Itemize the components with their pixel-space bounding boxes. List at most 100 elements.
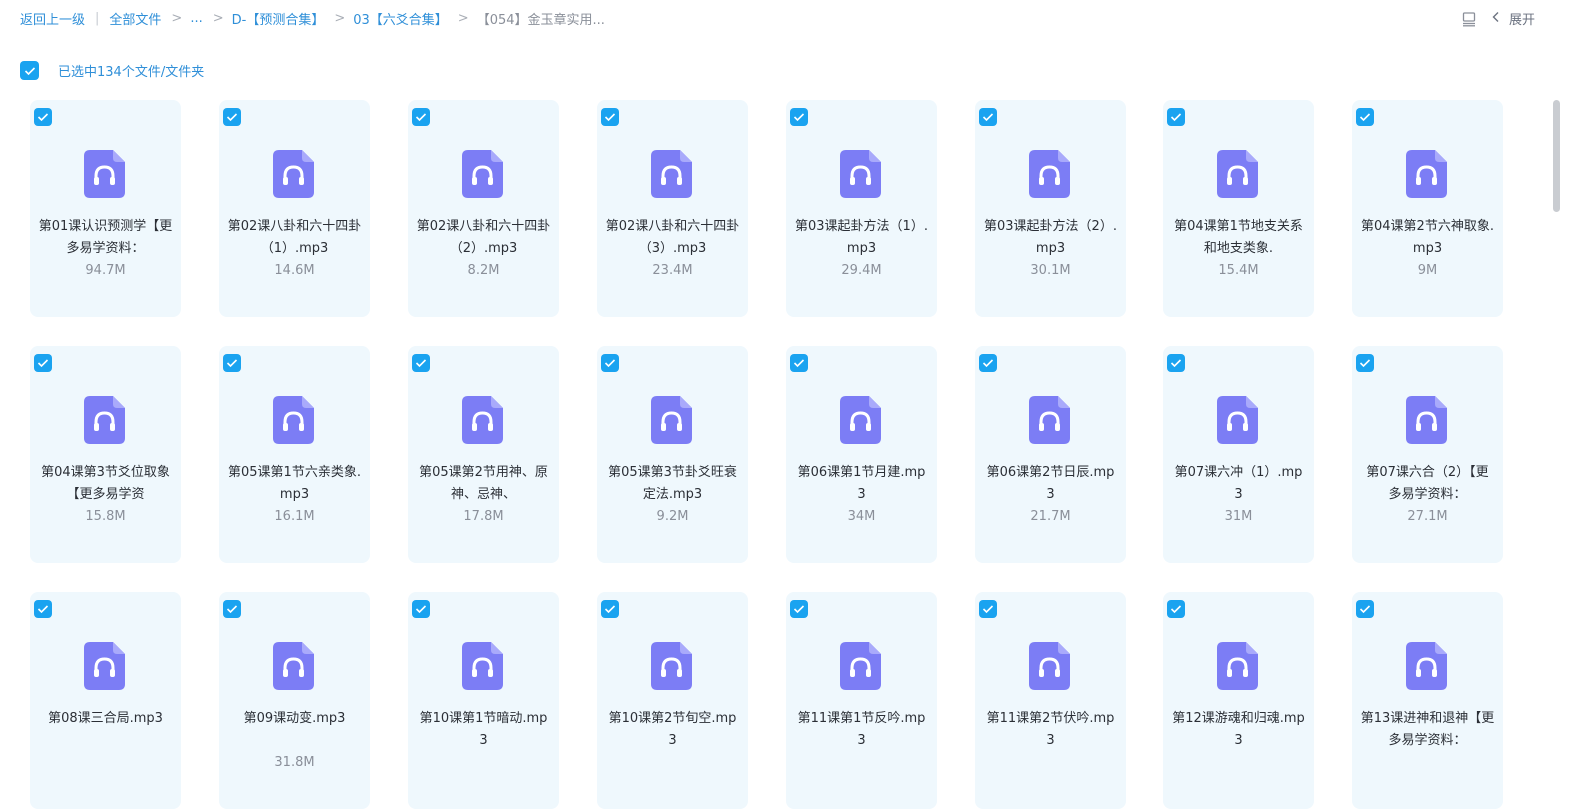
file-card[interactable]: 第07课六冲（1）.mp3 31M — [1163, 346, 1314, 563]
file-checkbox[interactable] — [979, 600, 997, 618]
file-name: 第03课起卦方法（2）.mp3 — [984, 219, 1117, 256]
file-card[interactable]: 第13课进神和退神【更多易学资料： — [1352, 592, 1503, 809]
file-size: 17.8M — [463, 509, 504, 524]
file-card[interactable]: 第04课第3节爻位取象【更多易学资 15.8M — [30, 346, 181, 563]
breadcrumb-prediction[interactable]: D-【预测合集】 — [232, 9, 325, 28]
file-card[interactable]: 第05课第1节六亲类象.mp3 16.1M — [219, 346, 370, 563]
file-card[interactable]: 第01课认识预测学【更多易学资料： 94.7M — [30, 100, 181, 317]
file-card[interactable]: 第11课第1节反吟.mp3 — [786, 592, 937, 809]
select-all-checkbox[interactable] — [20, 61, 39, 80]
file-card[interactable]: 第06课第1节月建.mp3 34M — [786, 346, 937, 563]
file-checkbox[interactable] — [790, 354, 808, 372]
breadcrumb: 返回上一级 | 全部文件 > ... > D-【预测合集】 > 03【六爻合集】… — [20, 9, 605, 28]
file-card[interactable]: 第03课起卦方法（2）.mp3 30.1M — [975, 100, 1126, 317]
scrollbar-thumb[interactable] — [1553, 100, 1560, 212]
check-icon — [226, 605, 238, 614]
audio-file-icon — [1217, 150, 1258, 198]
file-size: 23.4M — [652, 263, 693, 278]
chevron-left-icon — [1491, 11, 1501, 27]
file-checkbox[interactable] — [790, 600, 808, 618]
file-name: 第05课第3节卦爻旺衰定法.mp3 — [608, 465, 737, 502]
audio-file-icon — [651, 150, 692, 198]
check-icon — [24, 66, 35, 75]
breadcrumb-separator: > — [212, 11, 224, 26]
check-icon — [793, 359, 805, 368]
file-card[interactable]: 第04课第2节六神取象.mp3 9M — [1352, 100, 1503, 317]
audio-file-icon — [1406, 150, 1447, 198]
audio-file-icon — [840, 642, 881, 690]
file-card[interactable]: 第02课八卦和六十四卦（3）.mp3 23.4M — [597, 100, 748, 317]
file-checkbox[interactable] — [34, 108, 52, 126]
audio-file-icon — [273, 642, 314, 690]
file-name: 第10课第2节旬空.mp3 — [608, 711, 737, 748]
file-card[interactable]: 第05课第2节用神、原神、忌神、 17.8M — [408, 346, 559, 563]
file-size: 8.2M — [467, 263, 500, 278]
file-checkbox[interactable] — [1167, 354, 1185, 372]
breadcrumb-liuyao[interactable]: 03【六爻合集】 — [353, 9, 448, 28]
file-card[interactable]: 第04课第1节地支关系和地支类象. 15.4M — [1163, 100, 1314, 317]
file-card[interactable]: 第08课三合局.mp3 — [30, 592, 181, 809]
expand-button[interactable]: 展开 — [1491, 9, 1535, 28]
selection-bar: 已选中134个文件/文件夹 — [20, 61, 204, 80]
file-checkbox[interactable] — [1167, 108, 1185, 126]
file-card[interactable]: 第02课八卦和六十四卦（2）.mp3 8.2M — [408, 100, 559, 317]
file-checkbox[interactable] — [223, 354, 241, 372]
file-card[interactable]: 第07课六合（2）【更多易学资料： 27.1M — [1352, 346, 1503, 563]
file-card[interactable]: 第11课第2节伏吟.mp3 — [975, 592, 1126, 809]
file-checkbox[interactable] — [790, 108, 808, 126]
right-tools: 展开 — [1461, 9, 1535, 28]
file-card[interactable]: 第10课第2节旬空.mp3 — [597, 592, 748, 809]
file-checkbox[interactable] — [1356, 600, 1374, 618]
file-checkbox[interactable] — [601, 354, 619, 372]
file-checkbox[interactable] — [223, 600, 241, 618]
file-checkbox[interactable] — [223, 108, 241, 126]
file-card[interactable]: 第02课八卦和六十四卦（1）.mp3 14.6M — [219, 100, 370, 317]
file-name: 第02课八卦和六十四卦（2）.mp3 — [416, 219, 551, 256]
file-size: 94.7M — [85, 263, 126, 278]
file-size: 9M — [1417, 263, 1438, 278]
file-checkbox[interactable] — [979, 108, 997, 126]
file-size: 16.1M — [274, 509, 315, 524]
file-card[interactable]: 第06课第2节日辰.mp3 21.7M — [975, 346, 1126, 563]
file-checkbox[interactable] — [412, 108, 430, 126]
file-checkbox[interactable] — [979, 354, 997, 372]
file-name: 第04课第1节地支关系和地支类象. — [1174, 219, 1303, 256]
file-name: 第07课六冲（1）.mp3 — [1174, 465, 1303, 502]
file-checkbox[interactable] — [412, 600, 430, 618]
check-icon — [37, 113, 49, 122]
file-size: 27.1M — [1407, 509, 1448, 524]
file-checkbox[interactable] — [412, 354, 430, 372]
audio-file-icon — [273, 150, 314, 198]
list-view-icon[interactable] — [1461, 11, 1477, 27]
audio-file-icon — [651, 642, 692, 690]
file-card[interactable]: 第05课第3节卦爻旺衰定法.mp3 9.2M — [597, 346, 748, 563]
divider: | — [95, 11, 100, 26]
file-checkbox[interactable] — [1356, 354, 1374, 372]
file-checkbox[interactable] — [34, 600, 52, 618]
file-checkbox[interactable] — [1167, 600, 1185, 618]
file-size: 21.7M — [1030, 509, 1071, 524]
file-size: 14.6M — [274, 263, 315, 278]
breadcrumb-ellipsis[interactable]: ... — [190, 11, 202, 26]
expand-label: 展开 — [1508, 13, 1535, 28]
audio-file-icon — [1029, 396, 1070, 444]
file-checkbox[interactable] — [34, 354, 52, 372]
file-name: 第03课起卦方法（1）.mp3 — [795, 219, 928, 256]
back-link[interactable]: 返回上一级 — [20, 9, 85, 28]
file-checkbox[interactable] — [1356, 108, 1374, 126]
file-checkbox[interactable] — [601, 108, 619, 126]
check-icon — [604, 359, 616, 368]
file-card[interactable]: 第09课动变.mp3 31.8M — [219, 592, 370, 809]
breadcrumb-all-files[interactable]: 全部文件 — [109, 9, 161, 28]
file-name: 第02课八卦和六十四卦（1）.mp3 — [227, 219, 362, 256]
file-name: 第04课第3节爻位取象【更多易学资 — [41, 465, 170, 502]
file-card[interactable]: 第10课第1节暗动.mp3 — [408, 592, 559, 809]
file-name: 第12课游魂和归魂.mp3 — [1172, 711, 1305, 748]
breadcrumb-separator: > — [171, 11, 183, 26]
file-card[interactable]: 第03课起卦方法（1）.mp3 29.4M — [786, 100, 937, 317]
check-icon — [415, 605, 427, 614]
file-checkbox[interactable] — [601, 600, 619, 618]
check-icon — [415, 359, 427, 368]
audio-file-icon — [462, 150, 503, 198]
file-card[interactable]: 第12课游魂和归魂.mp3 — [1163, 592, 1314, 809]
